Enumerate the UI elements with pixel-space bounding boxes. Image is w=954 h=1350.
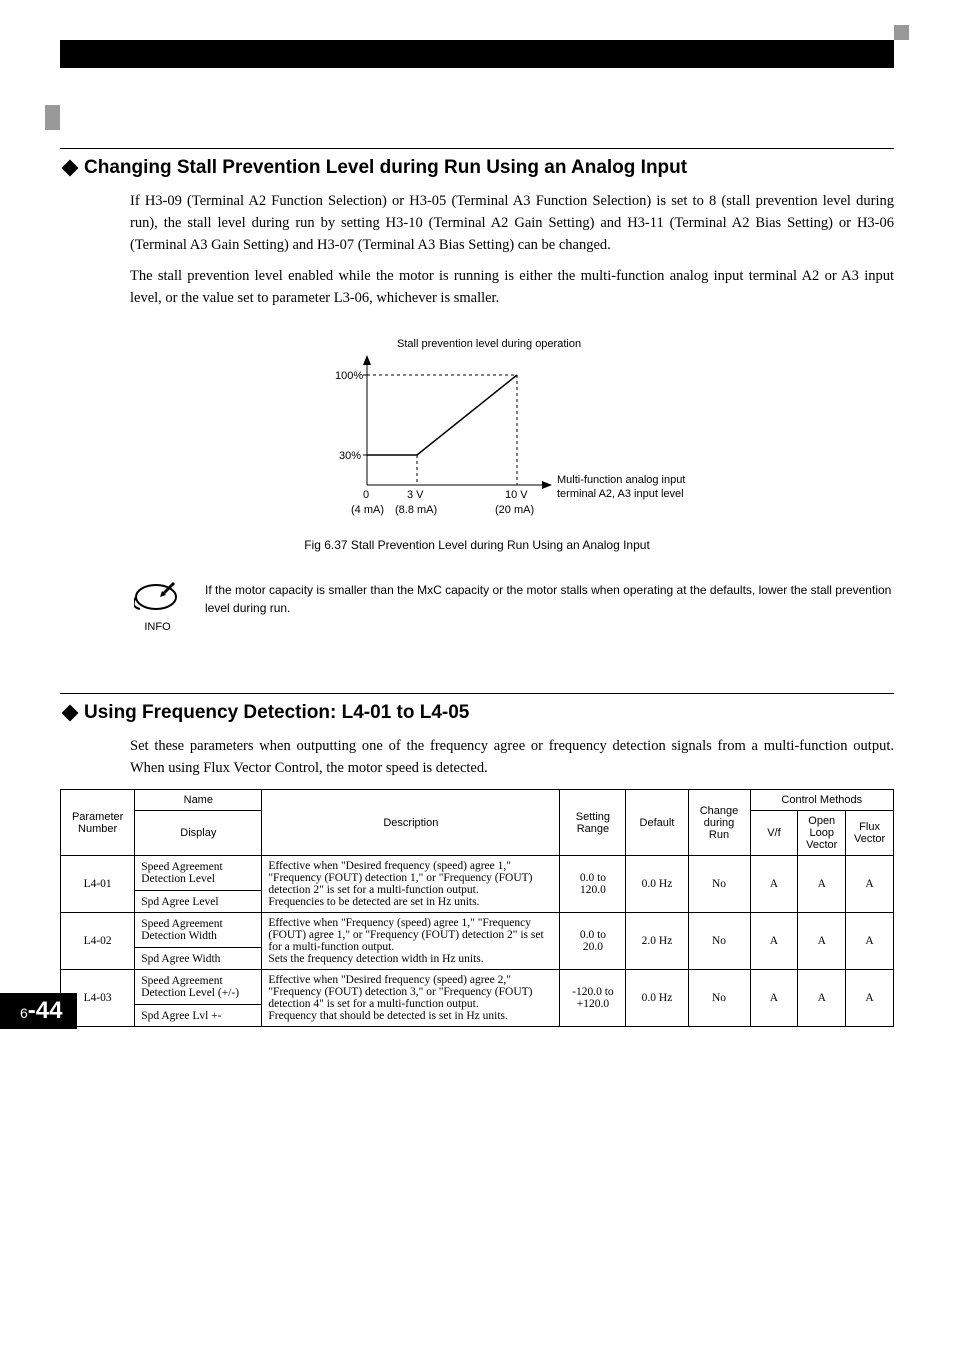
cell-range: -120.0 to+120.0 <box>560 970 626 1027</box>
info-block: INFO If the motor capacity is smaller th… <box>130 577 894 633</box>
section-heading-stall: Changing Stall Prevention Level during R… <box>60 148 894 179</box>
cell-default: 0.0 Hz <box>626 856 688 913</box>
cell-flux: A <box>846 913 894 970</box>
cell-display: Spd Agree Width <box>135 948 262 970</box>
th-flux: Flux Vector <box>846 811 894 856</box>
svg-text:30%: 30% <box>339 450 361 462</box>
section1-para2: The stall prevention level enabled while… <box>130 266 894 310</box>
th-range: Setting Range <box>560 790 626 856</box>
cell-flux: A <box>846 970 894 1027</box>
svg-text:10 V: 10 V <box>505 489 528 501</box>
th-name: Name <box>135 790 262 811</box>
th-vf: V/f <box>750 811 798 856</box>
cell-name: Speed Agreement Detection Width <box>135 913 262 948</box>
svg-text:100%: 100% <box>335 370 363 382</box>
svg-text:(4 mA): (4 mA) <box>351 504 384 516</box>
figure-chart: Stall prevention level during operation … <box>267 335 687 528</box>
info-icon: INFO <box>130 577 185 633</box>
section2-title: Using Frequency Detection: L4-01 to L4-0… <box>84 702 469 724</box>
page-chapter: 6 <box>20 1005 28 1021</box>
figure-caption: Fig 6.37 Stall Prevention Level during R… <box>60 538 894 552</box>
cell-vf: A <box>750 856 798 913</box>
table-row: L4-03Speed Agreement Detection Level (+/… <box>61 970 894 1005</box>
svg-text:terminal A2, A3 input level: terminal A2, A3 input level <box>557 488 684 500</box>
cell-num: L4-01 <box>61 856 135 913</box>
table-row: L4-02Speed Agreement Detection WidthEffe… <box>61 913 894 948</box>
th-change: Change during Run <box>688 790 750 856</box>
cell-default: 2.0 Hz <box>626 913 688 970</box>
header-bar <box>60 40 894 68</box>
cell-olv: A <box>798 913 846 970</box>
cell-name: Speed Agreement Detection Level (+/-) <box>135 970 262 1005</box>
cell-name: Speed Agreement Detection Level <box>135 856 262 891</box>
th-control-methods: Control Methods <box>750 790 893 811</box>
cell-vf: A <box>750 913 798 970</box>
th-param-no: Parameter Number <box>61 790 135 856</box>
svg-text:Multi-function analog input: Multi-function analog input <box>557 474 685 486</box>
th-display: Display <box>135 811 262 856</box>
diamond-icon <box>62 160 79 177</box>
info-text: If the motor capacity is smaller than th… <box>205 577 894 617</box>
cell-range: 0.0 to20.0 <box>560 913 626 970</box>
cell-default: 0.0 Hz <box>626 970 688 1027</box>
svg-text:3 V: 3 V <box>407 489 424 501</box>
cell-flux: A <box>846 856 894 913</box>
page-number: 6-44 <box>0 993 77 1029</box>
section2-para: Set these parameters when outputting one… <box>130 736 894 780</box>
cell-num: L4-02 <box>61 913 135 970</box>
cell-change: No <box>688 970 750 1027</box>
table-row: L4-01Speed Agreement Detection LevelEffe… <box>61 856 894 891</box>
cell-vf: A <box>750 970 798 1027</box>
cell-range: 0.0 to120.0 <box>560 856 626 913</box>
info-label: INFO <box>130 621 185 633</box>
th-olv: Open Loop Vector <box>798 811 846 856</box>
cell-change: No <box>688 856 750 913</box>
diamond-icon <box>62 704 79 721</box>
th-default: Default <box>626 790 688 856</box>
cell-display: Spd Agree Lvl +- <box>135 1005 262 1027</box>
th-description: Description <box>262 790 560 856</box>
section1-title: Changing Stall Prevention Level during R… <box>84 157 687 179</box>
cell-desc: Effective when "Frequency (speed) agree … <box>262 913 560 970</box>
cell-olv: A <box>798 970 846 1027</box>
cell-desc: Effective when "Desired frequency (speed… <box>262 856 560 913</box>
cell-desc: Effective when "Desired frequency (speed… <box>262 970 560 1027</box>
svg-text:0: 0 <box>363 489 369 501</box>
parameter-table: Parameter Number Name Description Settin… <box>60 789 894 1027</box>
cell-display: Spd Agree Level <box>135 891 262 913</box>
svg-text:(8.8 mA): (8.8 mA) <box>395 504 437 516</box>
section-heading-freq: Using Frequency Detection: L4-01 to L4-0… <box>60 693 894 724</box>
chart-title: Stall prevention level during operation <box>397 338 581 350</box>
cell-olv: A <box>798 856 846 913</box>
cell-change: No <box>688 913 750 970</box>
svg-text:(20 mA): (20 mA) <box>495 504 534 516</box>
section1-para1: If H3-09 (Terminal A2 Function Selection… <box>130 191 894 256</box>
